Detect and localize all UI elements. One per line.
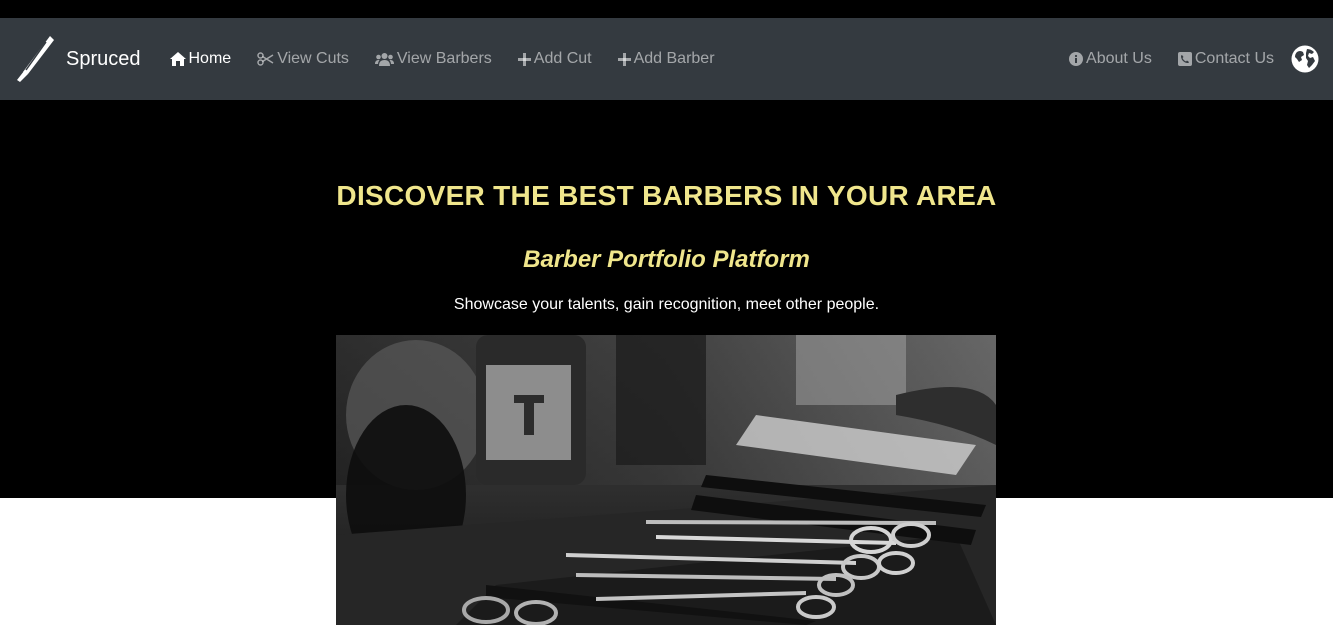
hero-description: Showcase your talents, gain recognition,… bbox=[453, 296, 880, 313]
nav-left: Home View Cuts View Barbers Add Cut Add … bbox=[157, 39, 728, 79]
nav-home[interactable]: Home bbox=[157, 39, 245, 79]
brand-name: Spruced bbox=[66, 47, 141, 70]
nav-about-us[interactable]: About Us bbox=[1056, 39, 1165, 79]
hero-title: DISCOVER THE BEST BARBERS IN YOUR AREA bbox=[336, 180, 997, 211]
nav-contact-us-label: Contact Us bbox=[1194, 50, 1274, 67]
users-icon bbox=[374, 53, 394, 66]
nav-add-cut[interactable]: Add Cut bbox=[505, 39, 605, 79]
navbar: Spruced Home View Cuts View Barbers Add … bbox=[0, 18, 1333, 100]
nav-about-us-label: About Us bbox=[1086, 50, 1152, 67]
scissors-icon bbox=[257, 52, 274, 66]
nav-view-barbers[interactable]: View Barbers bbox=[362, 39, 505, 79]
nav-view-cuts-label: View Cuts bbox=[277, 50, 349, 67]
razor-icon bbox=[17, 36, 54, 82]
hero-image-barber-tools bbox=[336, 335, 996, 625]
phone-icon bbox=[1177, 52, 1192, 66]
brand-link[interactable]: Spruced bbox=[14, 34, 141, 84]
nav-right: About Us Contact Us bbox=[1056, 39, 1319, 79]
plus-icon bbox=[617, 52, 631, 66]
hero-subtitle: Barber Portfolio Platform bbox=[523, 246, 810, 273]
nav-add-barber-label: Add Barber bbox=[633, 50, 715, 67]
nav-contact-us[interactable]: Contact Us bbox=[1165, 39, 1287, 79]
nav-add-barber[interactable]: Add Barber bbox=[605, 39, 728, 79]
home-icon bbox=[169, 52, 186, 66]
top-strip bbox=[0, 0, 1333, 18]
nav-view-cuts[interactable]: View Cuts bbox=[244, 39, 362, 79]
nav-add-cut-label: Add Cut bbox=[533, 50, 592, 67]
nav-home-label: Home bbox=[188, 50, 232, 67]
nav-view-barbers-label: View Barbers bbox=[396, 50, 492, 67]
globe-icon[interactable] bbox=[1291, 45, 1319, 73]
info-icon bbox=[1069, 52, 1084, 66]
plus-icon bbox=[517, 52, 531, 66]
